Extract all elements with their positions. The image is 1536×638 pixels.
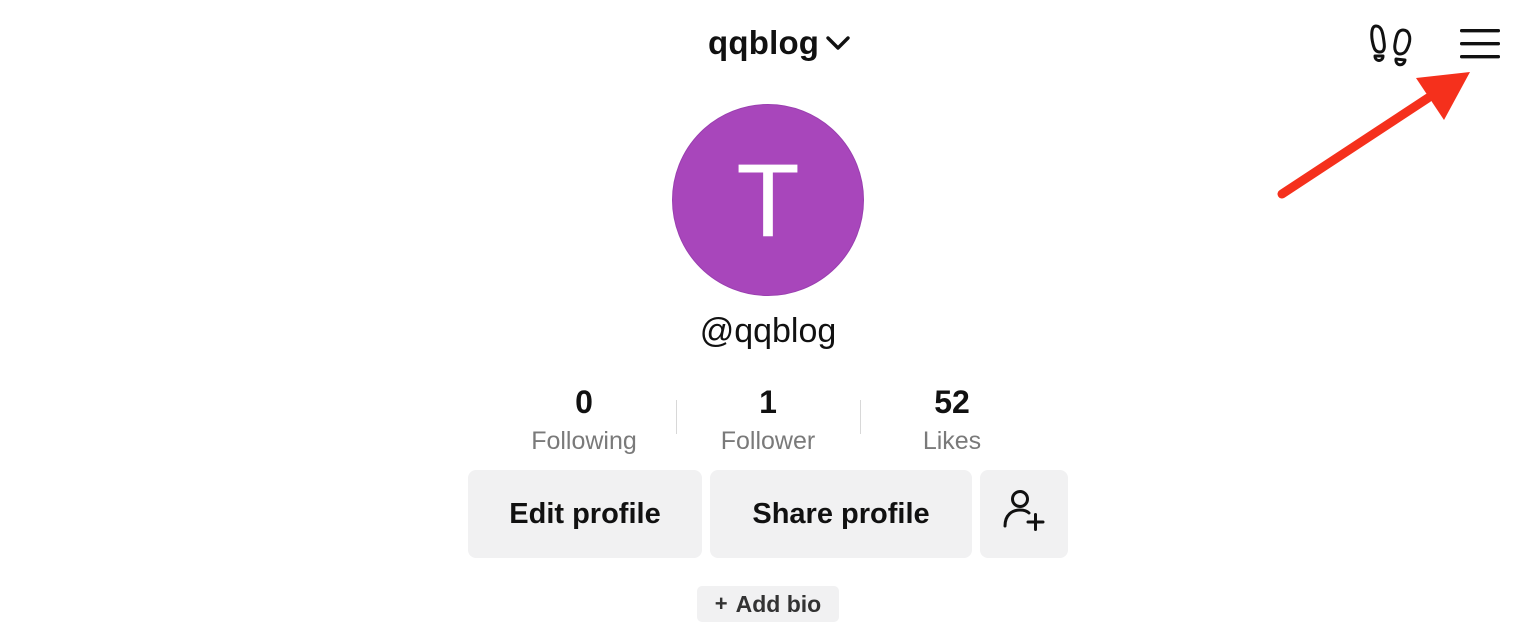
account-switcher[interactable]: qqblog: [708, 18, 851, 68]
stat-label: Likes: [922, 427, 982, 455]
plus-icon: +: [714, 591, 728, 616]
profile-handle: @qqblog: [699, 312, 837, 350]
share-profile-button[interactable]: Share profile: [710, 470, 972, 558]
stat-count: 1: [759, 384, 777, 420]
profile-page: qqblog T @qqblog 0 Following 1 Follower …: [0, 0, 1536, 638]
profile-actions: Edit profile Share profile: [468, 470, 1068, 558]
footprints-icon[interactable]: [1368, 22, 1416, 68]
add-user-icon: [1002, 488, 1046, 540]
avatar-initial: T: [736, 143, 800, 259]
stat-count: 0: [575, 384, 593, 420]
profile-stats: 0 Following 1 Follower 52 Likes: [492, 382, 1044, 462]
annotation-arrow: [1270, 66, 1480, 206]
stat-label: Follower: [720, 427, 816, 455]
stat-followers[interactable]: 1 Follower: [676, 382, 860, 462]
stat-count: 52: [934, 384, 970, 420]
add-bio-button[interactable]: + Add bio: [697, 586, 839, 622]
stat-following[interactable]: 0 Following: [492, 382, 676, 462]
avatar[interactable]: T: [672, 104, 864, 296]
stat-likes[interactable]: 52 Likes: [860, 382, 1044, 462]
account-name: qqblog: [708, 24, 820, 61]
add-friend-button[interactable]: [980, 470, 1068, 558]
stat-label: Following: [531, 427, 637, 455]
add-bio-label: Add bio: [735, 590, 822, 617]
edit-profile-button[interactable]: Edit profile: [468, 470, 702, 558]
chevron-down-icon: [825, 30, 851, 56]
hamburger-menu-icon[interactable]: [1456, 24, 1504, 64]
